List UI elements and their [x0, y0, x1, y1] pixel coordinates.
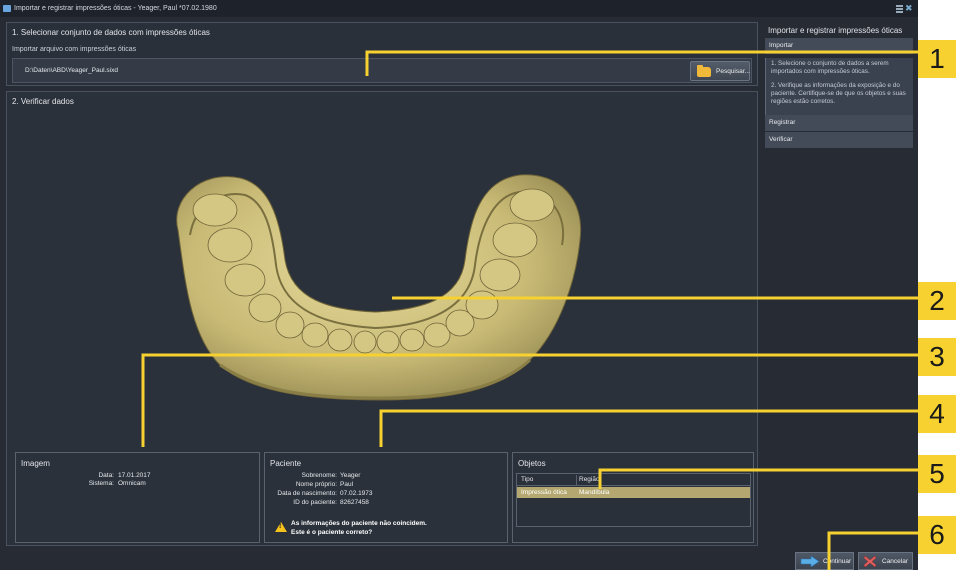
callout-line-5 — [598, 468, 918, 489]
callout-lines — [141, 50, 918, 570]
callout-badge-1: 1 — [918, 40, 956, 78]
callout-badge-3: 3 — [918, 338, 956, 376]
callout-badge-6: 6 — [918, 516, 956, 554]
callout-line-3 — [141, 353, 918, 447]
callout-badge-5: 5 — [918, 455, 956, 493]
callout-badge-4: 4 — [918, 395, 956, 433]
callout-line-6 — [827, 531, 918, 570]
callout-badge-2: 2 — [918, 282, 956, 320]
callout-line-1 — [365, 50, 918, 76]
callout-line-4 — [379, 409, 918, 447]
